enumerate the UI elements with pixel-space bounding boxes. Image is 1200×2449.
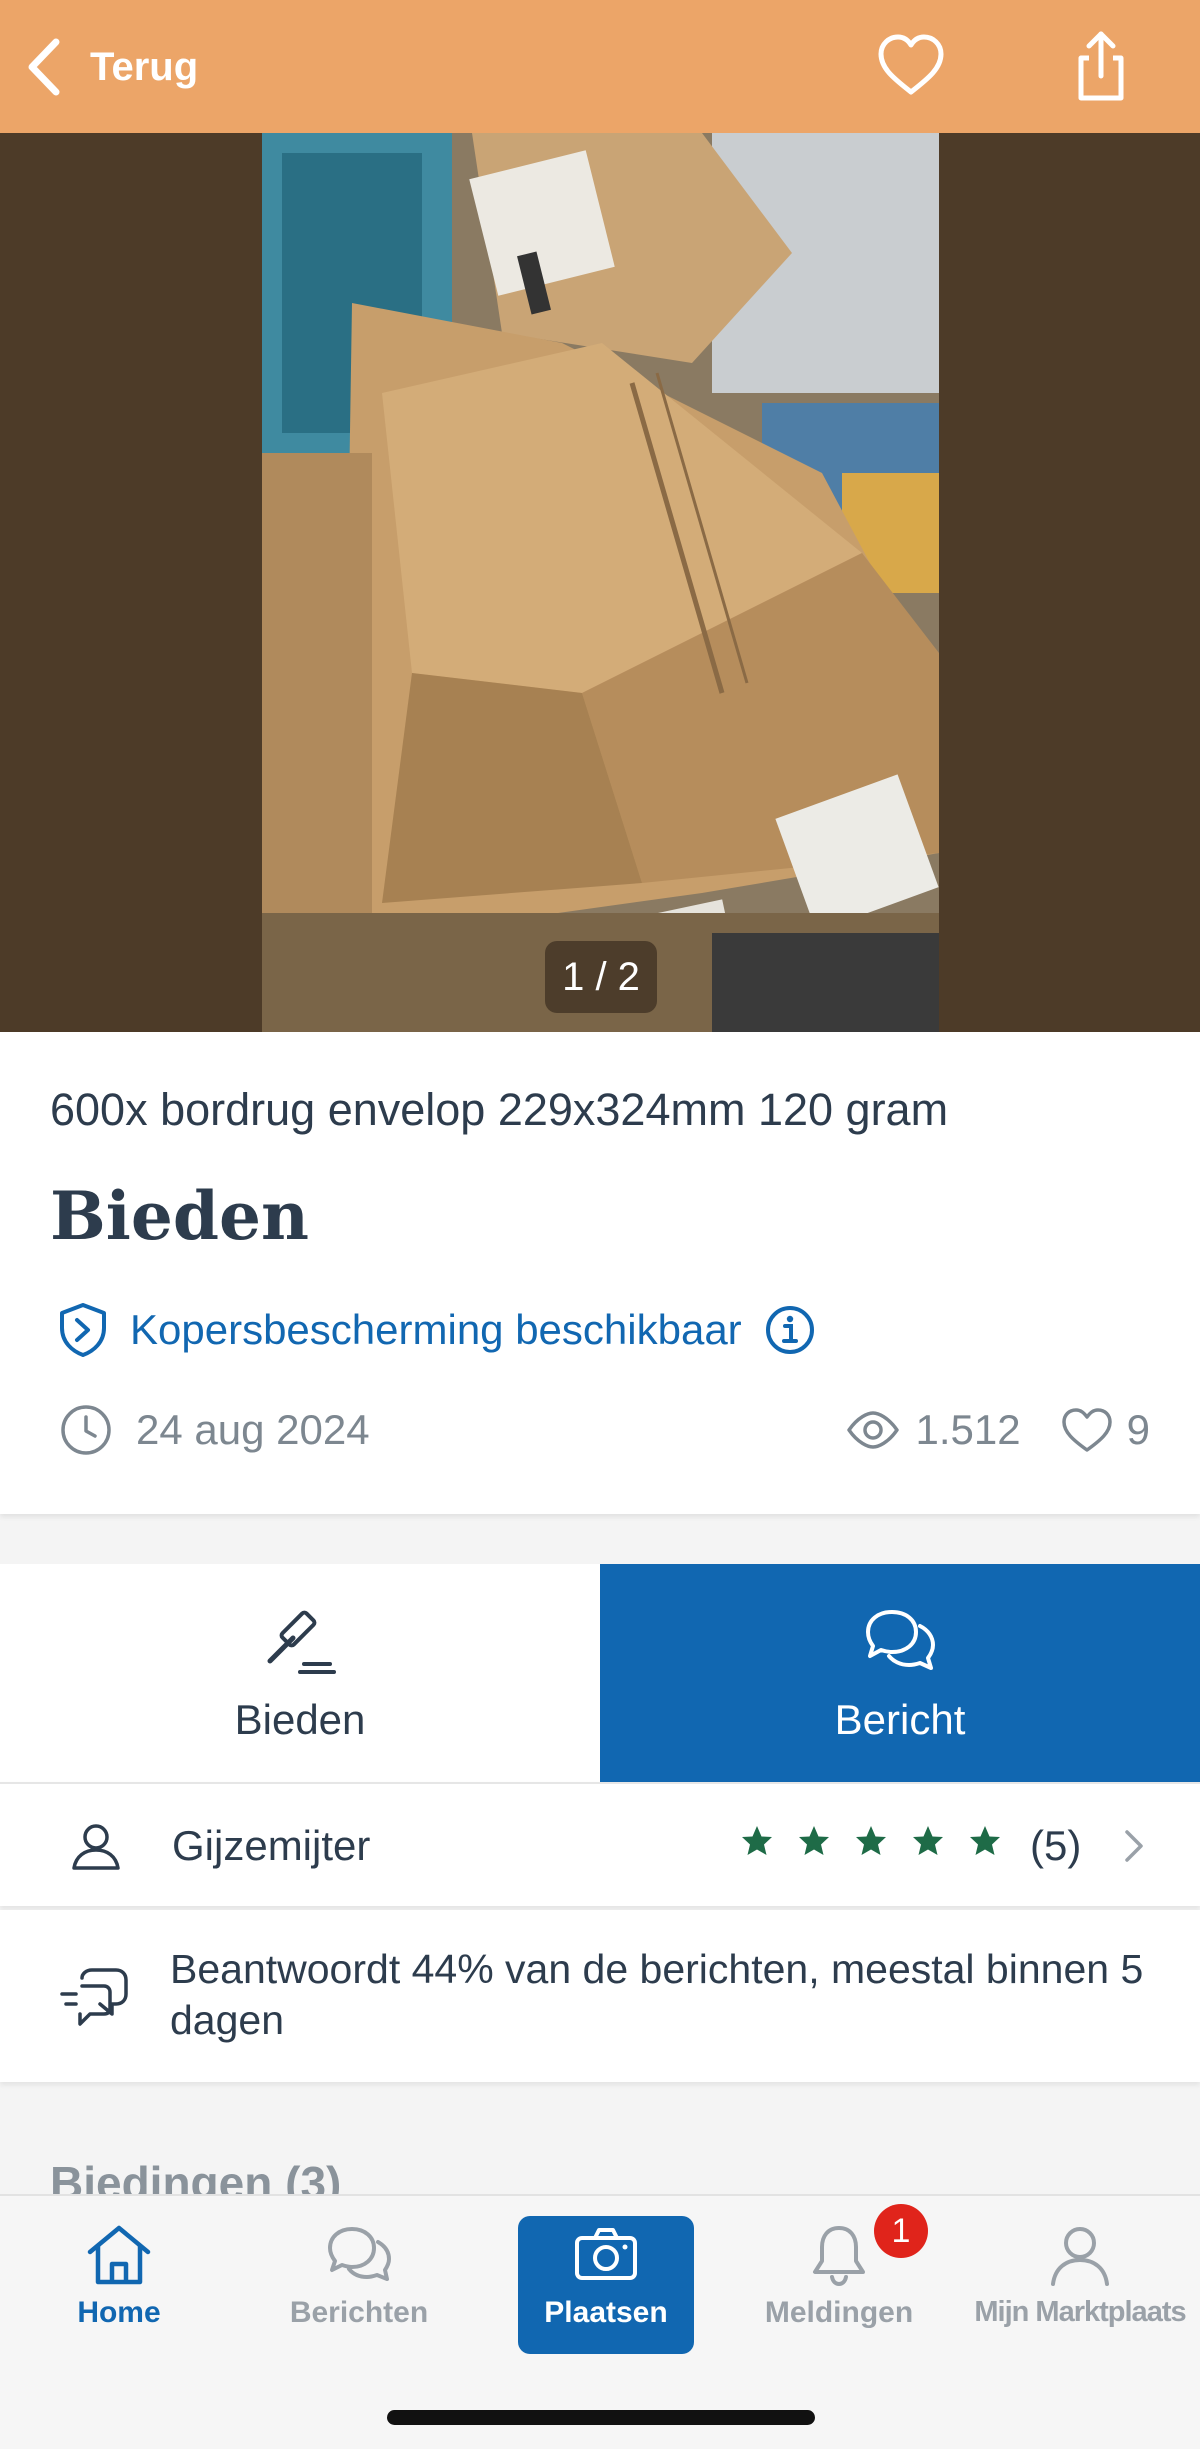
chevron-right-icon xyxy=(1125,1830,1143,1862)
bid-button-label: Bieden xyxy=(234,1696,366,1743)
eye-icon xyxy=(846,1411,899,1449)
listing-stats: 1.512 9 xyxy=(846,1400,1150,1460)
listing-date-text: 24 aug 2024 xyxy=(136,1406,370,1453)
clock-icon xyxy=(61,1405,111,1455)
chat-icon xyxy=(328,2227,391,2281)
camera-icon xyxy=(575,2228,637,2280)
nav-home[interactable]: Home xyxy=(31,2216,207,2354)
rating-count: (5) xyxy=(1030,1822,1082,1869)
seller-stars xyxy=(740,1824,1025,1858)
notification-badge: 1 xyxy=(874,2204,928,2258)
nav-messages-label: Berichten xyxy=(289,2296,429,2329)
chat-bubbles-icon xyxy=(866,1610,935,1670)
buyer-protection[interactable]: Kopersbescherming beschikbaar xyxy=(58,1300,816,1360)
favorite-count-heart-icon xyxy=(1061,1408,1112,1452)
listing-details: 600x bordrug envelop 229x324mm 120 gram … xyxy=(0,1032,1200,1514)
message-button[interactable]: Bericht xyxy=(600,1564,1200,1782)
response-text: Beantwoordt 44% van de berichten, meesta… xyxy=(170,1946,1144,2043)
nav-place-ad[interactable]: Plaatsen xyxy=(518,2216,694,2354)
shield-icon xyxy=(60,1303,106,1357)
chevron-left-icon xyxy=(28,38,60,96)
back-button[interactable]: Terug xyxy=(24,32,198,102)
top-bar: Terug xyxy=(0,0,1200,133)
star-icon xyxy=(742,1826,772,1855)
message-button-label: Bericht xyxy=(834,1696,966,1743)
bell-icon xyxy=(813,2226,865,2287)
user-icon xyxy=(72,1824,120,1870)
buyer-protection-label: Kopersbescherming beschikbaar xyxy=(130,1306,742,1353)
star-icon xyxy=(856,1826,886,1855)
nav-my-marktplaats-label: Mijn Marktplaats xyxy=(974,2296,1186,2328)
response-info: Beantwoordt 44% van de berichten, meesta… xyxy=(0,1910,1200,2082)
gavel-icon xyxy=(267,1610,336,1674)
info-icon[interactable] xyxy=(764,1304,816,1356)
user-icon xyxy=(1051,2227,1109,2286)
star-icon xyxy=(799,1826,829,1855)
listing-price: Bieden xyxy=(50,1177,309,1255)
seller-name: Gijzemijter xyxy=(172,1822,371,1869)
nav-notifications-label: Meldingen xyxy=(764,2296,914,2329)
nav-place-label: Plaatsen xyxy=(544,2296,668,2329)
star-icon xyxy=(970,1826,1000,1855)
view-count: 1.512 xyxy=(915,1406,1021,1453)
star-icon xyxy=(913,1826,943,1855)
action-buttons: Bieden Bericht xyxy=(0,1564,1200,1782)
nav-my-marktplaats[interactable]: Mijn Marktplaats xyxy=(960,2216,1200,2354)
nav-home-label: Home xyxy=(77,2296,161,2329)
home-icon xyxy=(87,2225,151,2285)
listing-photo[interactable] xyxy=(262,133,939,1032)
nav-messages[interactable]: Berichten xyxy=(271,2216,447,2354)
home-indicator[interactable] xyxy=(387,2410,815,2425)
fast-reply-icon xyxy=(60,1968,128,2026)
seller-row[interactable]: Gijzemijter (5) xyxy=(0,1782,1200,1906)
bid-button[interactable]: Bieden xyxy=(0,1564,600,1782)
listing-date: 24 aug 2024 xyxy=(58,1400,370,1460)
boxes-photo xyxy=(262,133,939,1032)
image-gallery[interactable]: 1 / 2 xyxy=(0,133,1200,1032)
heart-icon[interactable] xyxy=(873,28,949,104)
favorite-count: 9 xyxy=(1126,1406,1150,1453)
listing-title: 600x bordrug envelop 229x324mm 120 gram xyxy=(50,1084,949,1135)
share-icon[interactable] xyxy=(1063,28,1139,104)
back-label: Terug xyxy=(90,44,199,89)
photo-counter: 1 / 2 xyxy=(545,941,657,1013)
